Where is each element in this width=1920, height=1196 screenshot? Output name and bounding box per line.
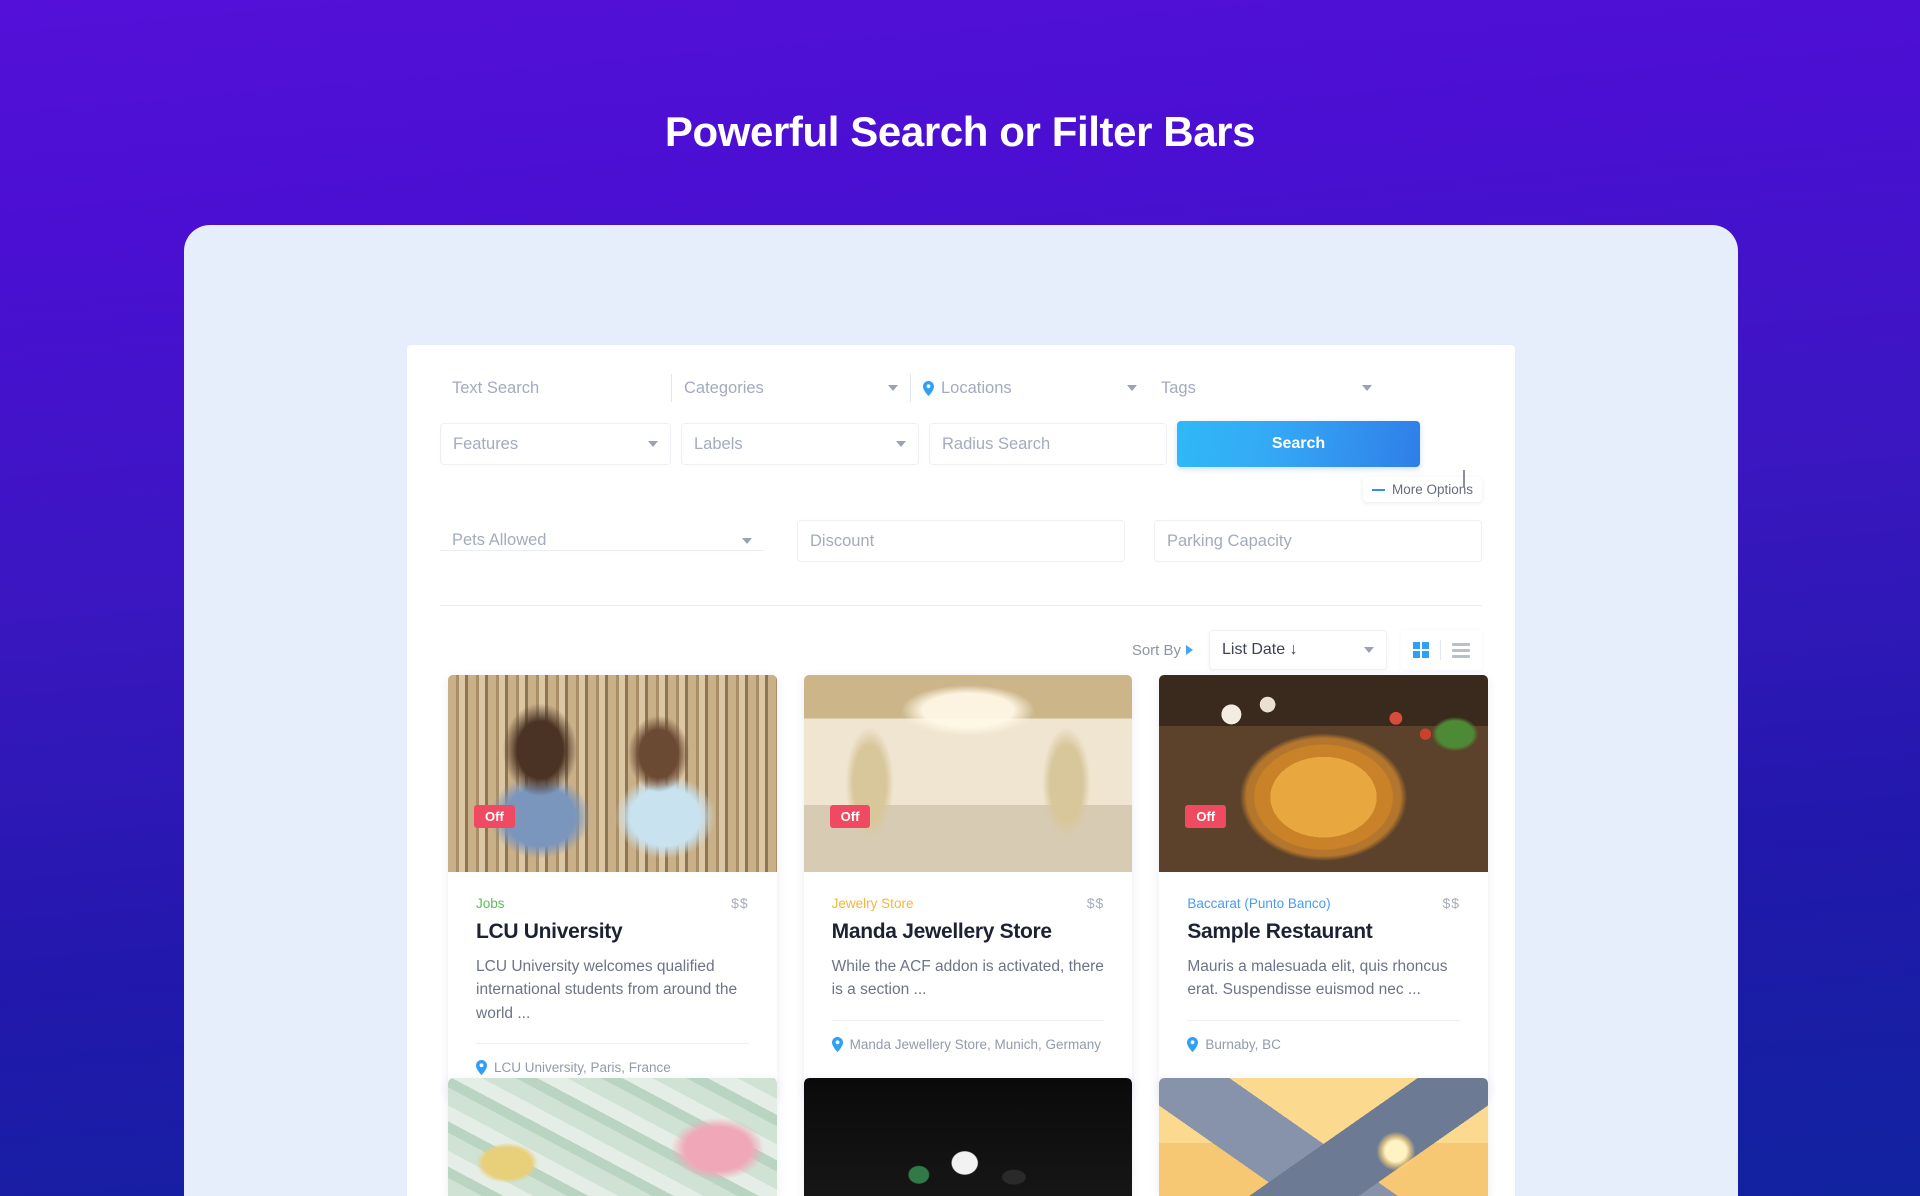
chevron-down-icon [1362,385,1372,391]
sort-bar: Sort By List Date ↓ [1132,630,1482,670]
toggle-divider [1440,640,1441,660]
map-pin-icon [831,1036,843,1052]
map-pin-icon [923,380,934,396]
categories-placeholder: Categories [684,378,764,397]
listing-price: $$ [731,895,749,911]
filter-row-extra: Pets Allowed Discount Parking Capacity [440,520,1482,562]
locations-select[interactable]: Locations [911,359,1149,417]
pets-allowed-placeholder: Pets Allowed [452,531,547,549]
filter-row-primary: Text Search Categories Locations Tags [440,359,1482,417]
listing-grid-row-2 [448,1078,1489,1196]
listing-image [1159,1078,1489,1196]
grid-view-icon[interactable] [1413,642,1429,658]
listing-grid: Off Jobs $$ LCU University LCU Universit… [448,675,1489,1097]
list-view-icon[interactable] [1452,642,1470,658]
listing-category[interactable]: Jewelry Store [832,896,914,911]
listing-card[interactable]: Off Baccarat (Punto Banco) $$ Sample Res… [1159,675,1489,1097]
chevron-down-icon [742,537,752,544]
sort-select[interactable]: List Date ↓ [1209,630,1387,670]
listing-location-text: Manda Jewellery Store, Munich, Germany [849,1036,1102,1052]
chevron-down-icon [1127,385,1137,391]
search-results-panel: Text Search Categories Locations Tags Fe… [407,345,1515,1196]
listing-image: Off [803,675,1133,872]
play-arrow-icon [1186,645,1193,655]
labels-placeholder: Labels [694,434,743,453]
listing-card[interactable] [1159,1078,1489,1196]
page-title: Powerful Search or Filter Bars [664,108,1256,155]
chevron-down-icon [648,441,658,447]
discount-placeholder: Discount [810,531,875,550]
listing-description: LCU University welcomes qualified intern… [476,958,738,1022]
listing-location: Burnaby, BC [1187,1021,1460,1074]
listing-location-text: LCU University, Paris, France [494,1059,671,1075]
listing-description: Mauris a malesuada elit, quis rhoncus er… [1187,958,1448,999]
tags-select[interactable]: Tags [1149,359,1384,417]
listing-category[interactable]: Baccarat (Punto Banco) [1187,896,1330,911]
listing-title[interactable]: LCU University [476,920,749,944]
listing-image: Off [448,675,777,872]
tags-placeholder: Tags [1161,378,1196,397]
listing-image [803,1078,1133,1196]
chevron-down-icon [896,441,906,447]
listing-title[interactable]: Manda Jewellery Store [832,920,1105,944]
listing-location: Manda Jewellery Store, Munich, Germany [831,1021,1105,1074]
section-divider [440,605,1482,606]
more-options-label: More Options [1391,482,1473,497]
minus-icon [1371,488,1385,491]
labels-select[interactable]: Labels [681,423,919,465]
text-search-placeholder: Text Search [452,378,540,397]
chevron-down-icon [1364,647,1374,653]
listing-category[interactable]: Jobs [476,896,505,911]
status-badge: Off [1185,805,1227,828]
categories-select[interactable]: Categories [672,359,910,417]
search-button[interactable]: Search [1177,421,1420,467]
radius-search-placeholder: Radius Search [942,434,1051,453]
locations-placeholder: Locations [941,378,1012,397]
view-toggle-group [1401,630,1482,670]
discount-input[interactable]: Discount [797,520,1125,562]
listing-title[interactable]: Sample Restaurant [1187,920,1460,944]
listing-location-text: Burnaby, BC [1205,1036,1281,1052]
sort-selected-value: List Date ↓ [1222,641,1298,658]
listing-price: $$ [1086,895,1105,911]
sort-by-label: Sort By [1131,641,1181,659]
listing-description: While the ACF addon is activated, there … [831,958,1104,999]
features-placeholder: Features [453,434,519,453]
map-pin-icon [476,1059,487,1075]
listing-card[interactable] [803,1078,1133,1196]
parking-capacity-input[interactable]: Parking Capacity [1154,520,1482,562]
features-select[interactable]: Features [440,423,671,465]
map-pin-icon [1187,1036,1199,1052]
filter-row-secondary: Features Labels Radius Search Search [440,419,1482,469]
chevron-down-icon [888,385,898,391]
listing-image [448,1078,777,1196]
filter-bar: Text Search Categories Locations Tags Fe… [407,345,1515,670]
listing-card[interactable]: Off Jewelry Store $$ Manda Jewellery Sto… [803,675,1133,1097]
radius-search-input[interactable]: Radius Search [929,423,1167,465]
status-badge: Off [829,805,871,828]
parking-capacity-placeholder: Parking Capacity [1167,531,1292,550]
status-badge: Off [474,805,515,828]
text-cursor [1463,470,1465,487]
text-search-input[interactable]: Text Search [440,359,671,417]
pets-allowed-select[interactable]: Pets Allowed [440,531,764,551]
listing-card[interactable] [448,1078,777,1196]
listing-image: Off [1159,675,1489,872]
listing-card[interactable]: Off Jobs $$ LCU University LCU Universit… [448,675,777,1097]
listing-price: $$ [1442,895,1461,911]
